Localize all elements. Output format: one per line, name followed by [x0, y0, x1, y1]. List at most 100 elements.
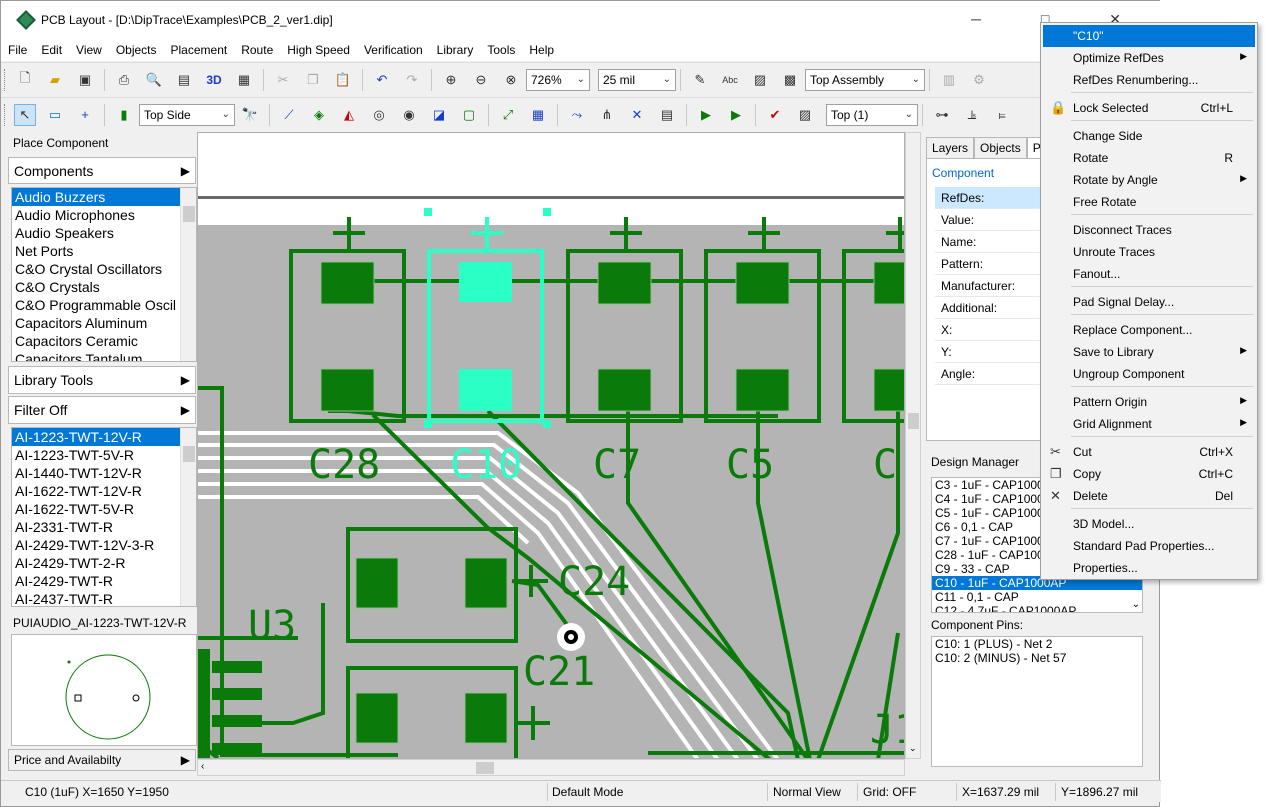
drc-settings-icon[interactable]: ▨	[794, 104, 816, 126]
copper-pour-icon[interactable]: ◪	[428, 104, 450, 126]
part-item[interactable]: AI-2437-TWT-R	[12, 590, 196, 606]
menu-item-delete[interactable]: ✕ Delete Del	[1043, 485, 1255, 507]
component-icon[interactable]: ▮	[113, 104, 135, 126]
menu-item-pad-signal-delay[interactable]: Pad Signal Delay...	[1043, 291, 1255, 313]
menu-item-disconnect-traces[interactable]: Disconnect Traces	[1043, 219, 1255, 241]
undo-icon[interactable]: ↶	[371, 69, 393, 91]
menu-item-rotate[interactable]: Rotate R	[1043, 147, 1255, 169]
part-item[interactable]: AI-2429-TWT-2-R	[12, 554, 196, 572]
board-outline-icon[interactable]: ▢	[458, 104, 480, 126]
library-item[interactable]: C&O Crystals	[12, 278, 196, 296]
library-list[interactable]: Audio Buzzers Audio Microphones Audio Spea…	[11, 187, 197, 362]
layer-2-icon[interactable]: ⫢	[991, 104, 1013, 126]
part-item[interactable]: AI-1622-TWT-12V-R	[12, 482, 196, 500]
menu-item-c10[interactable]: "C10"	[1043, 25, 1255, 47]
design-manager-item[interactable]: C12 - 4,7uF - CAP1000AP	[932, 604, 1142, 612]
place-component-icon[interactable]: ▭	[44, 104, 66, 126]
price-availability-button[interactable]: Price and Availabilty ▶	[8, 749, 196, 771]
design-manager-item[interactable]: C11 - 0,1 - CAP	[932, 590, 1142, 604]
fanout-icon[interactable]: ⋔	[596, 104, 618, 126]
zoom-out-icon[interactable]: ⊖	[470, 69, 492, 91]
layer-stack-icon[interactable]: ⫡	[961, 104, 983, 126]
capacitor-pad[interactable]	[873, 261, 905, 305]
tab-objects[interactable]: Objects	[974, 137, 1027, 158]
print-icon[interactable]: ⎙	[113, 69, 135, 91]
menu-item-refdes-renumbering[interactable]: RefDes Renumbering...	[1043, 69, 1255, 91]
capacitor-pad[interactable]	[873, 368, 905, 412]
image-icon[interactable]: ▨	[749, 69, 771, 91]
text-dim-icon[interactable]: ✎	[689, 69, 711, 91]
place-marker-icon[interactable]: +	[74, 104, 96, 126]
zoom-select[interactable]: 726% ⌄	[526, 68, 590, 91]
menu-item-standard-pad-properties[interactable]: Standard Pad Properties...	[1043, 535, 1255, 557]
menu-tools[interactable]: Tools	[480, 43, 522, 57]
menu-item-lock-selected[interactable]: 🔒 Lock Selected Ctrl+L	[1043, 97, 1255, 119]
part-item[interactable]: AI-1223-TWT-5V-R	[12, 446, 196, 464]
part-item[interactable]: AI-2331-TWT-R	[12, 518, 196, 536]
tab-layers[interactable]: Layers	[926, 137, 975, 158]
toolbar-grip[interactable]	[4, 68, 7, 91]
library-item[interactable]: Audio Buzzers	[12, 188, 196, 206]
menu-item-properties[interactable]: Properties...	[1043, 557, 1255, 579]
menu-item-optimize-refdes[interactable]: Optimize RefDes ▶	[1043, 47, 1255, 69]
menu-library[interactable]: Library	[430, 43, 481, 57]
library-item[interactable]: Capacitors Ceramic	[12, 332, 196, 350]
library-item[interactable]: C&O Crystal Oscillators	[12, 260, 196, 278]
menu-objects[interactable]: Objects	[109, 43, 164, 57]
menu-help[interactable]: Help	[522, 43, 561, 57]
part-item[interactable]: AI-1223-TWT-12V-R	[12, 428, 196, 446]
menu-placement[interactable]: Placement	[164, 43, 235, 57]
place-hole-icon[interactable]: ◎	[368, 104, 390, 126]
menu-item-ungroup-component[interactable]: Ungroup Component	[1043, 363, 1255, 385]
menu-item-cut[interactable]: ✂ Cut Ctrl+X	[1043, 441, 1255, 463]
pointer-icon[interactable]: ↖	[14, 103, 36, 126]
capacitor-pad[interactable]	[597, 261, 652, 305]
filter-button[interactable]: Filter Off ▶	[8, 396, 196, 424]
canvas-vscrollbar[interactable]: ⌄	[905, 132, 921, 759]
menu-item-fanout[interactable]: Fanout...	[1043, 263, 1255, 285]
components-button[interactable]: Components ▶	[8, 157, 196, 184]
menu-item-rotate-by-angle[interactable]: Rotate by Angle ▶	[1043, 169, 1255, 191]
drc-icon[interactable]: ✔	[764, 104, 786, 126]
zoom-fit-icon[interactable]: ⊗	[500, 69, 522, 91]
menu-item-copy[interactable]: ❐ Copy Ctrl+C	[1043, 463, 1255, 485]
menu-item-save-to-library[interactable]: Save to Library ▶	[1043, 341, 1255, 363]
qr-code-icon[interactable]: ▩	[779, 69, 801, 91]
place-pad-icon[interactable]: ◭	[338, 104, 360, 126]
align-icon[interactable]: ▥	[938, 69, 960, 91]
cut-icon[interactable]: ✂	[272, 69, 294, 91]
redo-icon[interactable]: ↷	[401, 69, 423, 91]
part-item[interactable]: AI-2429-TWT-R	[12, 572, 196, 590]
side-select[interactable]: Top Side ⌄	[139, 103, 235, 126]
capacitor-pad[interactable]	[735, 368, 790, 412]
menu-item-change-side[interactable]: Change Side	[1043, 125, 1255, 147]
hide-icon[interactable]: ⊶	[931, 104, 953, 126]
place-fiducial-icon[interactable]: ◉	[398, 104, 420, 126]
paste-icon[interactable]: 📋	[332, 69, 354, 91]
part-item[interactable]: AI-1440-TWT-12V-R	[12, 464, 196, 482]
layer-select[interactable]: Top (1) ⌄	[826, 103, 918, 126]
parts-list-scrollbar[interactable]	[180, 428, 196, 606]
library-item[interactable]: Audio Microphones	[12, 206, 196, 224]
parts-list[interactable]: AI-1223-TWT-12V-R AI-1223-TWT-5V-R AI-1440…	[11, 427, 197, 607]
print-preview-icon[interactable]: 🔍	[143, 69, 165, 91]
menu-high-speed[interactable]: High Speed	[280, 43, 357, 57]
grid-select[interactable]: 25 mil ⌄	[598, 68, 676, 91]
capacitor-pad[interactable]	[735, 261, 790, 305]
text-icon[interactable]: Abc	[719, 69, 741, 91]
3d-view-button[interactable]: 3D	[203, 69, 225, 91]
table-icon[interactable]: ▦	[527, 104, 549, 126]
place-via-icon[interactable]: ◈	[308, 104, 330, 126]
panelize-icon[interactable]: ▦	[233, 69, 255, 91]
canvas-hscrollbar[interactable]: ‹	[197, 759, 905, 776]
clipboard-icon[interactable]: ▤	[656, 104, 678, 126]
menu-item-3d-model[interactable]: 3D Model...	[1043, 513, 1255, 535]
component-pin-item[interactable]: C10: 2 (MINUS) - Net 57	[932, 651, 1142, 665]
menu-edit[interactable]: Edit	[34, 43, 69, 57]
library-list-scrollbar[interactable]	[180, 188, 196, 361]
library-item[interactable]: C&O Programmable Oscil	[12, 296, 196, 314]
report-icon[interactable]: ▤	[173, 69, 195, 91]
library-item[interactable]: Capacitors Tantalum	[12, 350, 196, 361]
menu-item-pattern-origin[interactable]: Pattern Origin ▶	[1043, 391, 1255, 413]
menu-item-grid-alignment[interactable]: Grid Alignment ▶	[1043, 413, 1255, 435]
